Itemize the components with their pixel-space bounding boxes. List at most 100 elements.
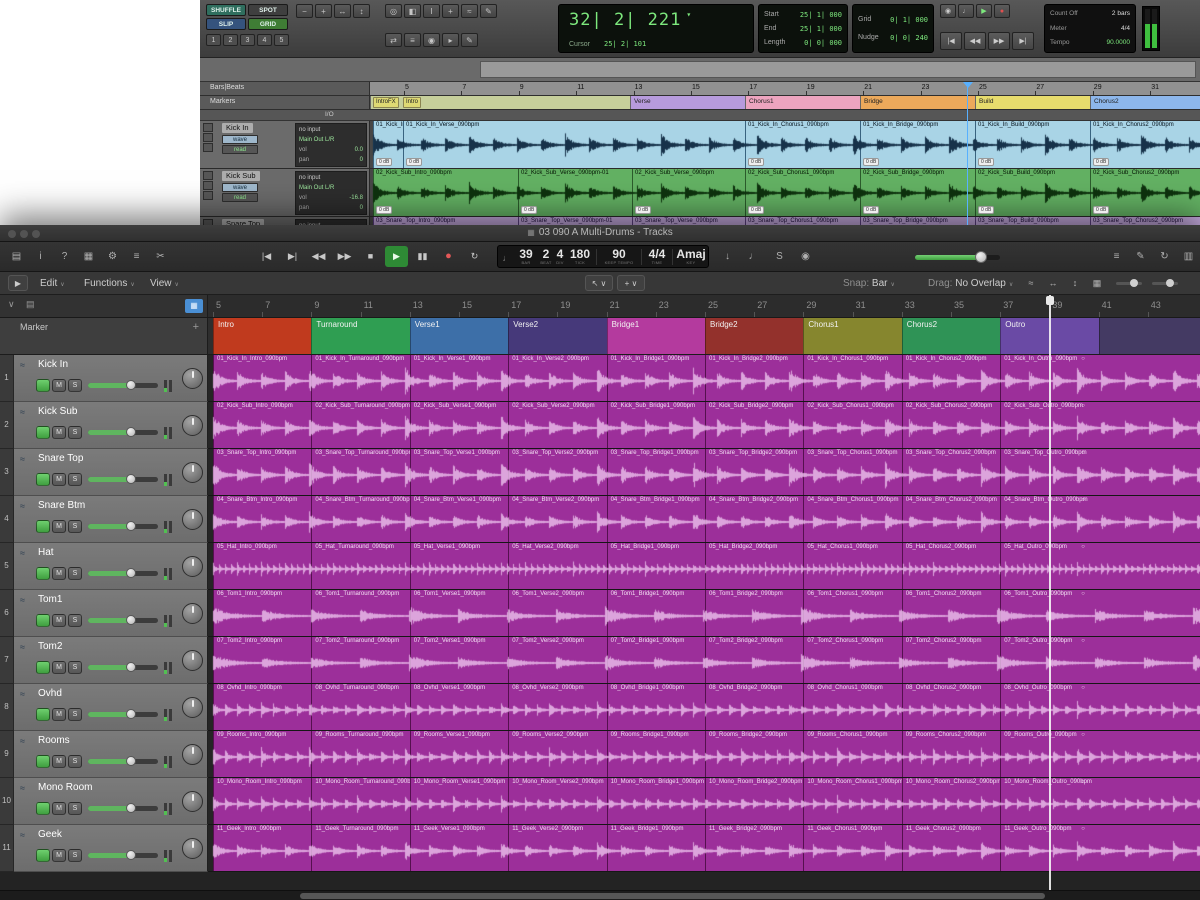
audio-region[interactable]: 04_Snare_Btm_Chorus2_090bpm <box>902 496 1000 542</box>
audio-region[interactable]: 08_Ovhd_Turnaround_090bpm <box>311 684 409 730</box>
track-name[interactable]: Tom1 <box>38 594 62 605</box>
pt-input-path[interactable]: no input <box>299 173 363 183</box>
quick-help-icon[interactable]: ? <box>54 247 75 266</box>
minimize-window-icon[interactable] <box>20 230 28 238</box>
pt-metronome-button[interactable]: ♩ <box>958 4 974 18</box>
metronome-icon[interactable]: ♩ <box>743 247 764 266</box>
pt-audio-region[interactable]: 03_Snare_Top_Build_090bpm0 dB <box>975 217 1090 225</box>
track-header[interactable]: ≈Kick InMS <box>14 355 208 402</box>
insertion-follows-icon[interactable]: ▸ <box>442 33 459 47</box>
pt-track-mini-button[interactable] <box>203 191 213 200</box>
track-on-button[interactable] <box>36 661 50 674</box>
zoom-window-icon[interactable] <box>32 230 40 238</box>
pt-track-mini-button[interactable] <box>203 143 213 152</box>
audio-region[interactable]: 02_Kick_Sub_Turnaround_090bpm <box>311 402 409 448</box>
solo-button[interactable]: S <box>68 379 82 392</box>
pt-marker-band-chorus2[interactable]: Chorus2 <box>1090 96 1200 110</box>
audio-region[interactable]: 07_Tom2_Verse2_090bpm <box>508 637 606 683</box>
solo-button[interactable]: S <box>68 661 82 674</box>
pt-selection-field[interactable]: Length0| 0| 000 <box>764 36 842 50</box>
volume-thumb[interactable] <box>126 850 136 860</box>
lcd-key-field[interactable]: Amaj KEY <box>676 248 706 265</box>
selector-tool[interactable]: I <box>423 4 440 18</box>
track-header[interactable]: ≈Tom2MS <box>14 637 208 684</box>
menu-view[interactable]: View∨ <box>150 272 179 295</box>
control-bar-icon[interactable]: ≡ <box>1106 247 1127 266</box>
audio-region[interactable]: 04_Snare_Btm_Turnaround_090bpm <box>311 496 409 542</box>
mode-spot-button[interactable]: SPOT <box>248 4 288 16</box>
pt-audio-region[interactable]: 01_Kick_In_Bridge_090bpm0 dB <box>860 121 975 168</box>
drag-control[interactable]: Drag: No Overlap∨ <box>928 272 1013 295</box>
track-header[interactable]: ≈RoomsMS <box>14 731 208 778</box>
stop-button[interactable]: ■ <box>359 246 382 267</box>
volume-thumb[interactable] <box>126 521 136 531</box>
audio-region[interactable]: 10_Mono_Room_Verse1_090bpm <box>410 778 508 824</box>
audio-region[interactable]: 01_Kick_In_Chorus1_090bpm <box>803 355 901 401</box>
volume-slider[interactable] <box>88 618 158 623</box>
pt-pan-readout[interactable]: pan0 <box>299 203 363 213</box>
lcd-tick-field[interactable]: 180 TICK <box>567 248 593 265</box>
zoom-preset-button[interactable]: 1 <box>206 34 221 46</box>
volume-slider[interactable] <box>88 759 158 764</box>
audio-region[interactable]: 01_Kick_In_Turnaround_090bpm <box>311 355 409 401</box>
audio-region[interactable]: 08_Ovhd_Chorus2_090bpm <box>902 684 1000 730</box>
scrubber-tool[interactable]: ≈ <box>461 4 478 18</box>
grabber-tool[interactable]: + <box>442 4 459 18</box>
track-on-button[interactable] <box>36 755 50 768</box>
pan-knob[interactable] <box>182 744 203 765</box>
track-header[interactable]: ≈Snare TopMS <box>14 449 208 496</box>
mute-button[interactable]: M <box>52 614 66 627</box>
track-name[interactable]: Ovhd <box>38 688 62 699</box>
audio-region[interactable]: 07_Tom2_Verse1_090bpm <box>410 637 508 683</box>
pencil-tool[interactable]: ✎ <box>480 4 497 18</box>
audio-region[interactable]: 05_Hat_Outro_090bpm○ <box>1000 543 1200 589</box>
audio-region[interactable]: 05_Hat_Intro_090bpm <box>213 543 311 589</box>
track-on-button[interactable] <box>36 473 50 486</box>
audio-region[interactable]: 08_Ovhd_Intro_090bpm <box>213 684 311 730</box>
pt-input-path[interactable]: no input <box>299 125 363 135</box>
zoomer-tool[interactable]: ◎ <box>385 4 402 18</box>
pt-output-path[interactable]: Main Out L/R <box>299 183 363 193</box>
pt-track-name[interactable]: Kick Sub <box>222 171 260 181</box>
audio-region[interactable]: 07_Tom2_Bridge1_090bpm <box>607 637 705 683</box>
pt-selection-field[interactable]: Start25| 1| 000 <box>764 8 842 22</box>
track-on-button[interactable] <box>36 379 50 392</box>
audio-region[interactable]: 07_Tom2_Chorus2_090bpm <box>902 637 1000 683</box>
mute-button[interactable]: M <box>52 567 66 580</box>
pan-knob[interactable] <box>182 791 203 812</box>
count-in-icon[interactable]: ↓ <box>717 247 738 266</box>
audio-region[interactable]: 09_Rooms_Bridge1_090bpm <box>607 731 705 777</box>
pt-track-mini-button[interactable] <box>203 181 213 190</box>
solo-mode-icon[interactable]: S <box>769 247 790 266</box>
audio-region[interactable]: 11_Geek_Bridge2_090bpm <box>705 825 803 871</box>
volume-thumb[interactable] <box>126 662 136 672</box>
pan-knob[interactable] <box>182 603 203 624</box>
pt-audio-region[interactable]: 03_Snare_Top_Intro_090bpm0 dB <box>373 217 518 225</box>
audio-region[interactable]: 07_Tom2_Turnaround_090bpm <box>311 637 409 683</box>
pt-selection-display[interactable]: Start25| 1| 000End25| 1| 000Length0| 0| … <box>758 4 848 53</box>
audio-region[interactable]: 05_Hat_Chorus2_090bpm <box>902 543 1000 589</box>
track-on-button[interactable] <box>36 520 50 533</box>
toolbar-toggle-icon[interactable]: ▦ <box>78 247 99 266</box>
audio-region[interactable]: 02_Kick_Sub_Intro_090bpm <box>213 402 311 448</box>
zoom-slider[interactable] <box>1116 282 1142 285</box>
pause-button[interactable]: ▮▮ <box>411 246 434 267</box>
track-on-button[interactable] <box>36 614 50 627</box>
lcd-tempo-field[interactable]: 90 KEEP TEMPO <box>600 248 638 265</box>
audio-region[interactable]: 04_Snare_Btm_Bridge2_090bpm <box>705 496 803 542</box>
volume-thumb[interactable] <box>126 709 136 719</box>
audio-region[interactable]: 06_Tom1_Turnaround_090bpm <box>311 590 409 636</box>
audio-region[interactable]: 02_Kick_Sub_Bridge2_090bpm <box>705 402 803 448</box>
volume-thumb[interactable] <box>126 803 136 813</box>
pt-marker-band-bridge[interactable]: Bridge <box>860 96 975 110</box>
audio-region[interactable]: 06_Tom1_Bridge2_090bpm <box>705 590 803 636</box>
solo-button[interactable]: S <box>68 708 82 721</box>
pt-marker-band-verse[interactable]: Verse <box>630 96 745 110</box>
lcd-bar-field[interactable]: 39 BAR <box>513 248 539 265</box>
pt-track-mini-button[interactable] <box>203 133 213 142</box>
pt-playhead-marker[interactable] <box>963 82 973 88</box>
audio-region[interactable]: 06_Tom1_Chorus2_090bpm <box>902 590 1000 636</box>
audio-region[interactable]: 08_Ovhd_Verse1_090bpm <box>410 684 508 730</box>
audio-region[interactable]: 03_Snare_Top_Verse1_090bpm <box>410 449 508 495</box>
pan-knob[interactable] <box>182 650 203 671</box>
